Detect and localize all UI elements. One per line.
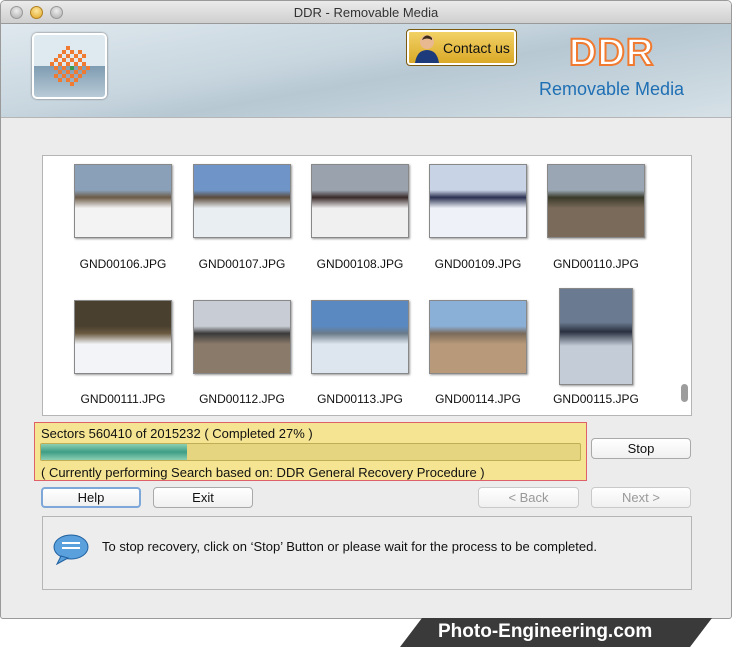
thumbnail-image[interactable] [74, 300, 172, 374]
file-name-label[interactable]: GND00108.JPG [301, 257, 419, 271]
sectors-status: Sectors 560410 of 2015232 ( Completed 27… [41, 426, 313, 441]
watermark-banner: Photo-Engineering.com [400, 618, 712, 647]
file-name-label[interactable]: GND00115.JPG [537, 392, 655, 406]
help-button[interactable]: Help [41, 487, 141, 508]
progress-fill [41, 444, 187, 460]
app-logo [32, 33, 107, 99]
thumbnail-image[interactable] [311, 300, 409, 374]
window-title: DDR - Removable Media [293, 5, 439, 20]
progress-panel: Sectors 560410 of 2015232 ( Completed 27… [34, 422, 587, 481]
thumbnail-image[interactable] [547, 164, 645, 238]
file-name-label[interactable]: GND00106.JPG [64, 257, 182, 271]
product-name: Removable Media [539, 79, 685, 99]
zoom-button[interactable] [50, 6, 63, 19]
progress-bar [40, 443, 581, 461]
minimize-button[interactable] [30, 6, 43, 19]
thumbnail-image[interactable] [74, 164, 172, 238]
back-button[interactable]: < Back [478, 487, 579, 508]
info-box: To stop recovery, click on ‘Stop’ Button… [42, 516, 692, 590]
next-button[interactable]: Next > [591, 487, 691, 508]
thumbnail-image[interactable] [429, 300, 527, 374]
file-name-label[interactable]: GND00109.JPG [419, 257, 537, 271]
title-bar: DDR - Removable Media [1, 1, 731, 24]
person-icon [415, 35, 439, 63]
checker-logo-icon [50, 46, 90, 86]
file-name-label[interactable]: GND00112.JPG [183, 392, 301, 406]
app-window: DDR - Removable Media Contact us DDR Rem… [0, 0, 732, 619]
scrollbar-thumb[interactable] [681, 384, 688, 402]
file-name-label[interactable]: GND00113.JPG [301, 392, 419, 406]
stop-button[interactable]: Stop [591, 438, 691, 459]
file-name-label[interactable]: GND00107.JPG [183, 257, 301, 271]
close-button[interactable] [10, 6, 23, 19]
contact-us-button[interactable]: Contact us [406, 29, 517, 66]
file-name-label[interactable]: GND00110.JPG [537, 257, 655, 271]
exit-button[interactable]: Exit [153, 487, 253, 508]
thumbnail-image[interactable] [311, 164, 409, 238]
thumbnail-image[interactable] [559, 288, 633, 385]
info-message: To stop recovery, click on ‘Stop’ Button… [102, 539, 597, 554]
file-name-label[interactable]: GND00114.JPG [419, 392, 537, 406]
thumbnail-image[interactable] [193, 300, 291, 374]
procedure-status: ( Currently performing Search based on: … [41, 465, 485, 480]
thumbnail-image[interactable] [429, 164, 527, 238]
file-name-label[interactable]: GND00111.JPG [64, 392, 182, 406]
header-banner: Contact us DDR Removable Media [1, 24, 731, 118]
recovered-files-gallery[interactable]: GND00106.JPG GND00107.JPG GND00108.JPG GND0… [42, 155, 692, 416]
speech-bubble-icon [53, 534, 89, 566]
brand-logo: DDR [568, 31, 655, 75]
thumbnail-image[interactable] [193, 164, 291, 238]
